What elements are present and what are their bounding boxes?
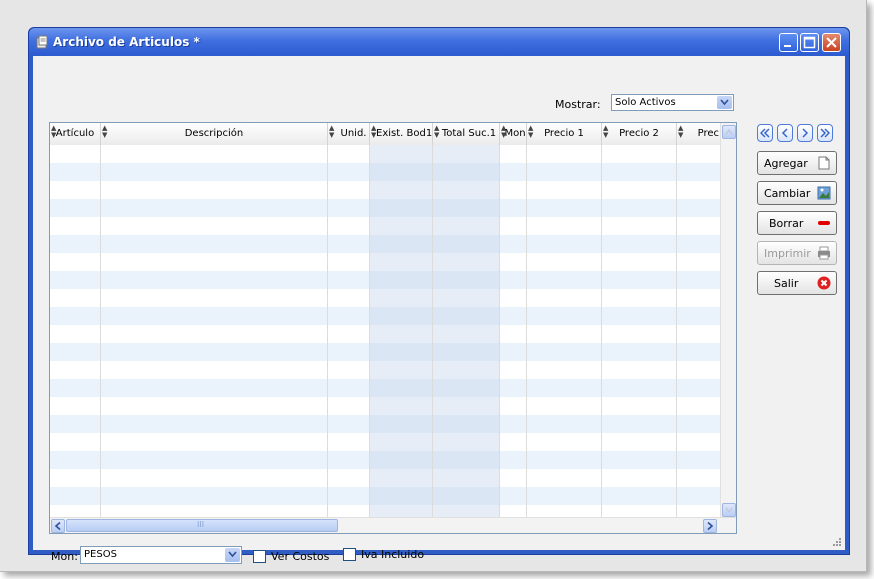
maximize-icon — [803, 36, 816, 49]
minimize-icon — [784, 45, 791, 47]
mostrar-dropdown-arrow[interactable] — [717, 96, 732, 109]
agregar-label: Agregar — [764, 157, 808, 170]
grid-horizontal-scrollbar[interactable]: III — [50, 517, 736, 533]
window-title: Archivo de Articulos * — [53, 35, 200, 49]
column-divider — [327, 145, 328, 519]
nav-first-button[interactable] — [757, 124, 773, 142]
nav-prev-button[interactable] — [777, 124, 793, 142]
mon-dropdown-arrow[interactable] — [225, 548, 240, 562]
column-header-total-suc1[interactable]: ▲ ▼ Total Suc.1 — [433, 123, 500, 145]
nav-next-button[interactable] — [797, 124, 813, 142]
chevron-right-icon — [802, 128, 809, 138]
sort-icon: ▲ ▼ — [501, 124, 507, 139]
column-shade-exist — [370, 145, 433, 519]
column-header-precio2[interactable]: ▲ ▼ Precio 2 — [602, 123, 677, 145]
chevron-right-icon — [707, 521, 714, 531]
printer-icon — [818, 246, 830, 260]
window-client-area: Mostrar: Solo Activos ▲ ▼ Artículo ▲ ▼ Descr… — [33, 56, 845, 564]
column-divider — [676, 145, 677, 519]
sort-icon: ▲ ▼ — [51, 124, 57, 139]
column-shade-total — [433, 145, 500, 519]
cambiar-button[interactable]: Cambiar — [757, 181, 837, 205]
sort-icon: ▲ ▼ — [678, 124, 684, 139]
iva-incluido-checkbox[interactable] — [343, 548, 356, 561]
maximize-button[interactable] — [800, 33, 819, 52]
column-header-unid[interactable]: ▲ ▼ Unid. — [328, 123, 370, 145]
app-document-icon — [36, 35, 48, 49]
close-icon — [826, 37, 837, 48]
borrar-label: Borrar — [769, 217, 804, 230]
chevron-down-icon — [228, 551, 237, 558]
mostrar-select-value: Solo Activos — [615, 97, 676, 108]
new-document-icon — [818, 156, 830, 170]
scroll-thumb-grip: III — [197, 520, 205, 529]
sort-icon: ▲ ▼ — [329, 124, 335, 139]
salir-button[interactable]: Salir — [757, 271, 837, 295]
agregar-button[interactable]: Agregar — [757, 151, 837, 175]
column-divider — [369, 145, 370, 519]
scroll-thumb[interactable]: III — [66, 519, 338, 532]
grid-header: ▲ ▼ Artículo ▲ ▼ Descripción ▲ ▼ Unid. ▲ ▼ Exist… — [50, 123, 722, 146]
column-header-precio3[interactable]: ▲ ▼ Prec — [677, 123, 722, 145]
scroll-down-button[interactable] — [722, 503, 736, 517]
column-header-exist-bod1[interactable]: ▲ ▼ Exist. Bod1 — [370, 123, 433, 145]
mon-select[interactable]: PESOS — [80, 546, 242, 564]
title-bar[interactable]: Archivo de Articulos * — [29, 28, 849, 56]
salir-label: Salir — [774, 277, 799, 290]
sort-icon: ▲ ▼ — [434, 124, 440, 139]
cambiar-label: Cambiar — [764, 187, 811, 200]
borrar-button[interactable]: Borrar — [757, 211, 837, 235]
chevron-left-icon — [781, 128, 788, 138]
imprimir-label: Imprimir — [764, 247, 811, 260]
sort-icon: ▲ ▼ — [102, 124, 108, 139]
chevron-down-icon — [720, 99, 729, 106]
scroll-up-button[interactable] — [722, 125, 736, 139]
nav-last-button[interactable] — [817, 124, 833, 142]
column-divider — [601, 145, 602, 519]
grid-vertical-scrollbar[interactable] — [720, 123, 736, 519]
column-header-articulo[interactable]: ▲ ▼ Artículo — [50, 123, 101, 145]
edit-picture-icon — [817, 186, 831, 200]
minus-icon — [818, 221, 830, 225]
chevron-left-icon — [54, 521, 61, 531]
column-header-descripcion[interactable]: ▲ ▼ Descripción — [101, 123, 328, 145]
minimize-button[interactable] — [779, 33, 798, 52]
mon-label: Mon: — [51, 550, 78, 563]
grid-body[interactable] — [50, 145, 720, 519]
mon-select-value: PESOS — [84, 549, 117, 560]
sort-icon: ▲ ▼ — [371, 124, 377, 139]
resize-grip-icon[interactable] — [832, 537, 842, 547]
ver-costos-checkbox[interactable] — [253, 550, 266, 563]
chevron-up-icon — [725, 128, 733, 135]
articulos-grid[interactable]: ▲ ▼ Artículo ▲ ▼ Descripción ▲ ▼ Unid. ▲ ▼ Exist… — [49, 122, 737, 534]
sort-icon: ▲ ▼ — [528, 124, 534, 139]
iva-incluido-label: Iva Incluido — [361, 548, 425, 561]
column-divider — [526, 145, 527, 519]
close-window-button[interactable] — [822, 33, 841, 52]
column-divider — [432, 145, 433, 519]
column-header-mon[interactable]: ▲ ▼ Mon — [500, 123, 527, 145]
column-divider — [100, 145, 101, 519]
column-header-precio1[interactable]: ▲ ▼ Precio 1 — [527, 123, 602, 145]
column-divider — [499, 145, 500, 519]
exit-x-icon — [817, 276, 831, 290]
archivo-articulos-window: Archivo de Articulos * Mostrar: Solo Act… — [28, 27, 850, 564]
ver-costos-label: Ver Costos — [271, 550, 330, 563]
double-chevron-left-icon — [760, 128, 770, 138]
double-chevron-right-icon — [820, 128, 830, 138]
sort-icon: ▲ ▼ — [603, 124, 609, 139]
scroll-right-button[interactable] — [703, 519, 717, 533]
mostrar-label: Mostrar: — [555, 98, 601, 111]
chevron-down-icon — [725, 507, 733, 514]
scroll-left-button[interactable] — [51, 519, 65, 533]
imprimir-button[interactable]: Imprimir — [757, 241, 837, 265]
mostrar-select[interactable]: Solo Activos — [611, 94, 734, 111]
